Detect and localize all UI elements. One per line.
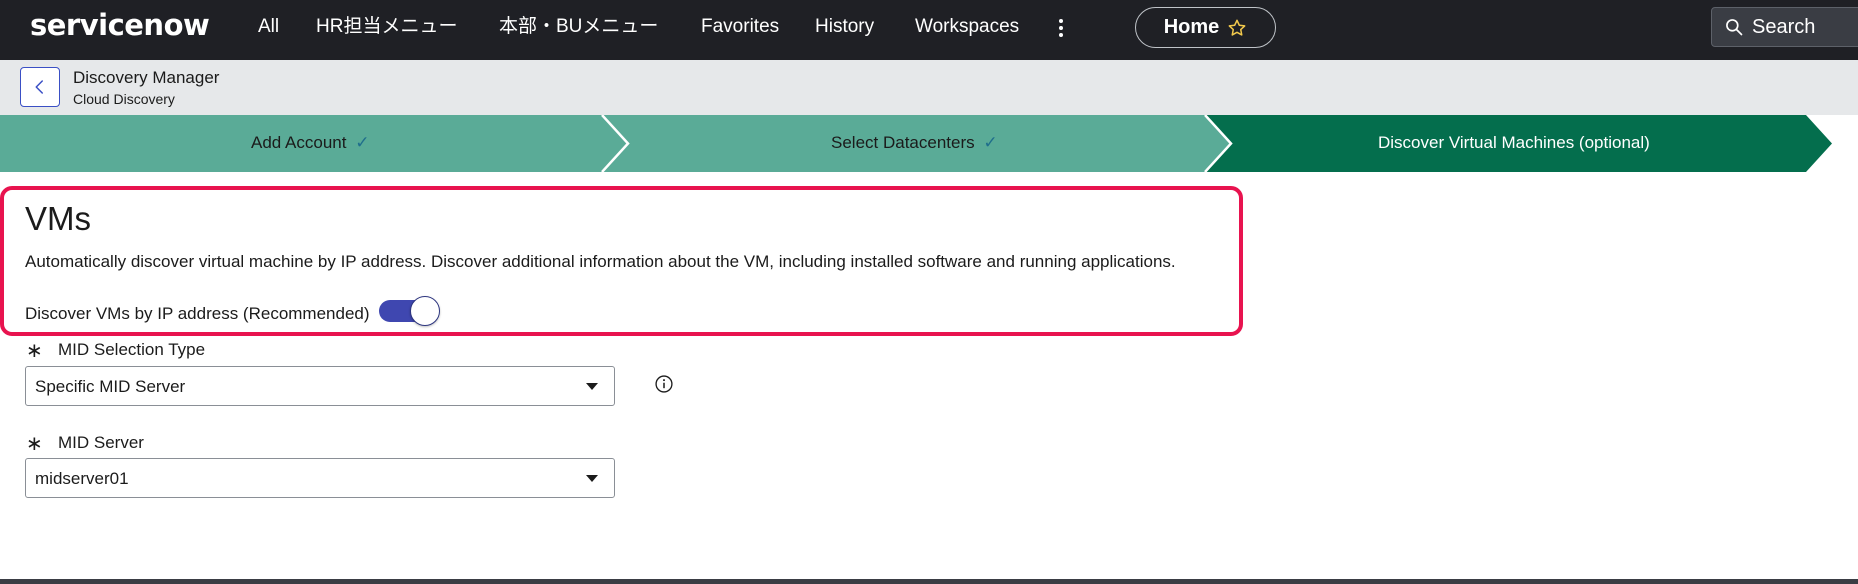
nav-item-bu-menu[interactable]: 本部・BUメニュー — [499, 16, 658, 38]
top-navigation-bar: servicenow All HR担当メニュー 本部・BUメニュー Favori… — [0, 0, 1858, 60]
star-outline-icon[interactable] — [1227, 18, 1247, 38]
nav-item-hr-menu[interactable]: HR担当メニュー — [316, 16, 457, 38]
chevron-left-icon — [35, 80, 43, 94]
check-icon: ✓ — [983, 133, 998, 152]
home-label: Home — [1163, 16, 1220, 38]
nav-item-history[interactable]: History — [815, 16, 874, 38]
select-value: Specific MID Server — [35, 377, 186, 396]
page-subtitle: Cloud Discovery — [73, 91, 175, 107]
window-bottom-edge — [0, 579, 1858, 584]
step-select-datacenters[interactable]: Select Datacenters ✓ — [831, 133, 998, 153]
home-button[interactable]: Home — [1135, 7, 1276, 48]
kebab-vertical-icon[interactable] — [1054, 16, 1068, 40]
wizard-stepper: Add Account ✓ Select Datacenters ✓ Disco… — [0, 115, 1858, 172]
step-label: Select Datacenters — [831, 133, 975, 152]
discover-by-ip-toggle[interactable] — [379, 296, 441, 326]
page-header: Discovery Manager Cloud Discovery — [0, 60, 1858, 115]
required-icon: ∗ — [26, 433, 43, 455]
select-value: midserver01 — [35, 469, 129, 488]
back-button[interactable] — [20, 67, 60, 107]
nav-item-favorites[interactable]: Favorites — [701, 16, 779, 38]
check-icon: ✓ — [355, 133, 370, 152]
servicenow-logo[interactable]: servicenow — [30, 8, 210, 42]
search-input[interactable] — [1752, 15, 1852, 39]
page-title: Discovery Manager — [73, 68, 220, 87]
mid-selection-type-select[interactable]: Specific MID Server — [25, 366, 615, 406]
section-description: Automatically discover virtual machine b… — [25, 252, 1176, 271]
mid-server-label: MID Server — [58, 433, 144, 452]
toggle-label: Discover VMs by IP address (Recommended) — [25, 304, 370, 323]
nav-item-workspaces[interactable]: Workspaces — [915, 16, 1019, 38]
caret-down-icon — [586, 475, 598, 482]
step-add-account[interactable]: Add Account ✓ — [251, 133, 369, 153]
step-label: Add Account — [251, 133, 347, 152]
section-title: VMs — [25, 200, 91, 237]
step-discover-vms[interactable]: Discover Virtual Machines (optional) — [1378, 133, 1650, 153]
step-label: Discover Virtual Machines (optional) — [1378, 133, 1650, 152]
nav-item-all[interactable]: All — [258, 16, 279, 38]
info-circle-icon[interactable] — [654, 374, 674, 394]
global-search[interactable] — [1711, 7, 1858, 47]
search-icon — [1726, 19, 1743, 36]
mid-selection-type-label: MID Selection Type — [58, 340, 206, 359]
required-icon: ∗ — [26, 340, 43, 362]
mid-server-select[interactable]: midserver01 — [25, 458, 615, 498]
toggle-thumb — [410, 296, 440, 326]
caret-down-icon — [586, 383, 598, 390]
